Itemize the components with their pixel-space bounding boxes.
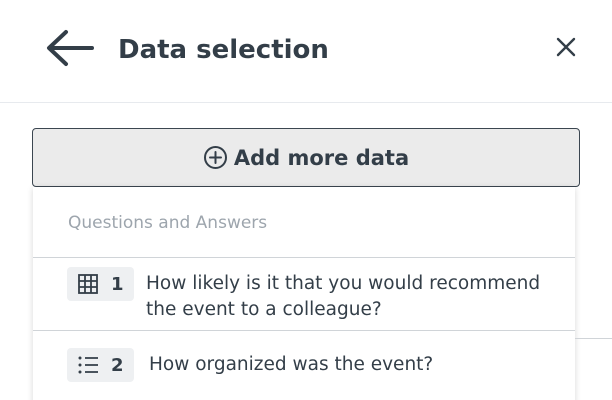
close-button[interactable]	[552, 33, 580, 61]
add-more-data-button[interactable]: Add more data	[32, 128, 580, 187]
question-item-1[interactable]: 1 How likely is it that you would recomm…	[33, 258, 575, 330]
list-icon	[77, 354, 99, 376]
add-more-data-label: Add more data	[233, 145, 410, 170]
question-number: 1	[111, 273, 124, 295]
question-item-2[interactable]: 2 How organized was the event?	[33, 331, 575, 391]
question-badge-2: 2	[67, 348, 134, 382]
background-divider	[575, 338, 612, 339]
grid-icon	[77, 273, 99, 295]
question-text: How likely is it that you would recommen…	[146, 273, 541, 320]
plus-circle-icon	[203, 145, 228, 170]
data-dropdown-menu: Questions and Answers 1 How likely is it…	[33, 187, 575, 400]
section-header-questions: Questions and Answers	[68, 213, 268, 233]
question-text: How organized was the event?	[149, 354, 434, 375]
close-icon	[552, 33, 580, 61]
data-selection-panel: Data selection Add more data Questions a…	[0, 0, 612, 400]
back-button[interactable]	[40, 26, 98, 70]
panel-header: Data selection	[0, 0, 612, 103]
page-title: Data selection	[118, 35, 329, 65]
question-number: 2	[111, 354, 124, 376]
question-badge-1: 1	[67, 267, 134, 301]
arrow-left-icon	[40, 26, 98, 70]
